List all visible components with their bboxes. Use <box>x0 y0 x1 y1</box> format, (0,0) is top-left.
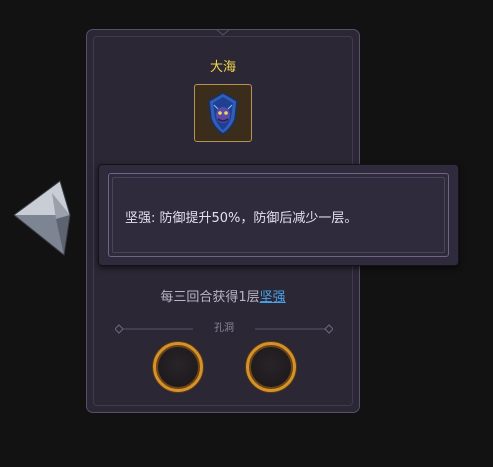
socket-slot-2[interactable] <box>246 342 296 392</box>
keyword-tooltip: 坚强: 防御提升50%，防御后减少一层。 <box>98 164 459 266</box>
keyword-link[interactable]: 坚强 <box>260 290 286 305</box>
item-icon-frame[interactable] <box>194 84 252 142</box>
sockets-divider: 孔洞 <box>115 322 333 336</box>
item-name: 大海 <box>209 60 236 75</box>
item-effect-description: 每三回合获得1层坚强 <box>87 286 359 305</box>
sockets-label: 孔洞 <box>214 323 234 334</box>
tooltip-text: 坚强: 防御提升50%，防御后减少一层。 <box>125 211 358 226</box>
card-top-notch-icon <box>216 29 230 36</box>
previous-item-arrow-icon[interactable] <box>12 175 72 265</box>
blue-demon-shield-icon <box>208 92 238 135</box>
socket-slot-1[interactable] <box>153 342 203 392</box>
effect-text: 每三回合获得1层 <box>160 290 260 305</box>
